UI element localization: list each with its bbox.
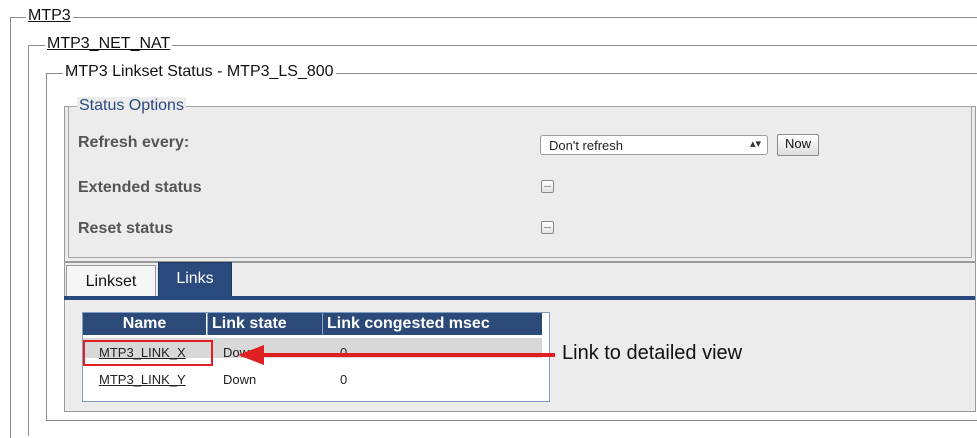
refresh-select[interactable]: Don't refresh ▴▾: [540, 135, 768, 155]
tab-underline: [64, 296, 975, 300]
refresh-label: Refresh every:: [78, 134, 190, 151]
callout-label: Link to detailed view: [562, 342, 743, 364]
reset-status-label: Reset status: [78, 220, 174, 237]
callout-arrow-icon: [238, 345, 555, 365]
row2-congested: 0: [340, 372, 348, 387]
reset-status-checkbox[interactable]: [541, 221, 554, 234]
extended-status-checkbox[interactable]: [541, 180, 554, 193]
tab-linkset[interactable]: Linkset: [66, 265, 156, 297]
refresh-select-value: Don't refresh: [549, 138, 624, 153]
status-options-frame: [68, 106, 972, 258]
col-header-congested[interactable]: Link congested msec: [322, 313, 542, 335]
link-mtp3-link-y[interactable]: MTP3_LINK_Y: [99, 370, 186, 390]
frame-linkset-status-legend: MTP3 Linkset Status - MTP3_LS_800: [63, 63, 336, 81]
col-header-name[interactable]: Name: [83, 313, 206, 335]
tab-links[interactable]: Links: [158, 262, 232, 297]
col-header-link-state[interactable]: Link state: [207, 313, 322, 335]
updown-arrow-icon: ▴▾: [749, 138, 761, 150]
extended-status-label: Extended status: [78, 179, 202, 196]
highlight-box: [83, 340, 213, 366]
frame-net-nat-legend[interactable]: MTP3_NET_NAT: [45, 35, 173, 53]
status-options-legend: Status Options: [77, 97, 186, 115]
row2-state: Down: [223, 372, 257, 387]
frame-mtp3-legend[interactable]: MTP3: [26, 7, 73, 25]
now-button[interactable]: Now: [777, 134, 819, 156]
